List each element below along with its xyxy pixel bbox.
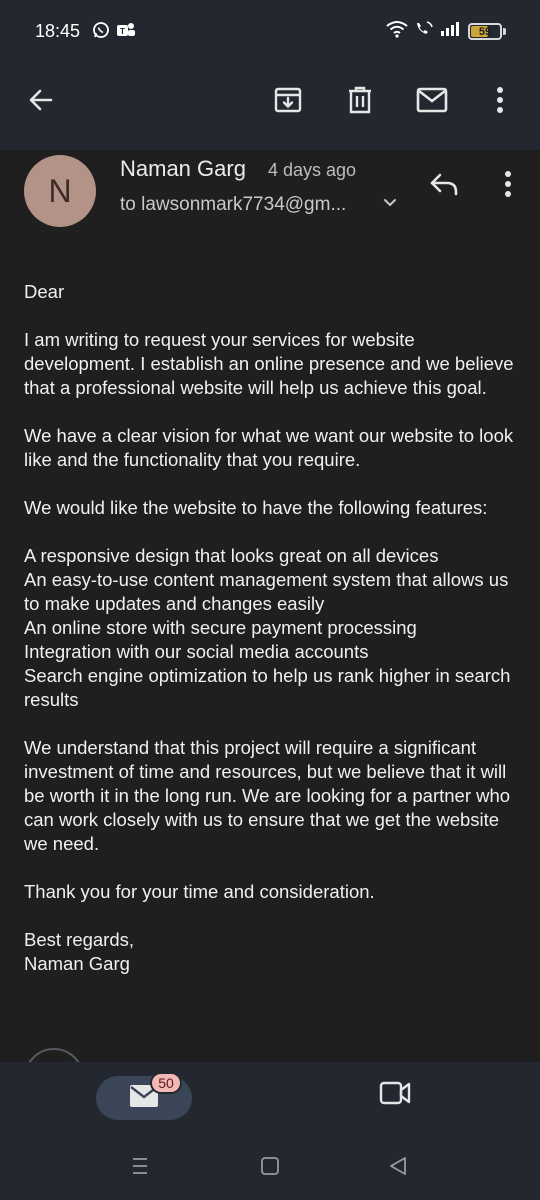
app-bar — [0, 62, 540, 150]
feature-item: Search engine optimization to help us ra… — [24, 665, 511, 710]
delete-button[interactable] — [338, 80, 382, 124]
status-bar: 18:45 T 59 — [0, 0, 540, 62]
whatsapp-icon — [92, 21, 110, 44]
reply-button[interactable] — [422, 164, 466, 208]
arrow-back-icon — [27, 86, 55, 119]
system-navigation-bar — [0, 1140, 540, 1200]
body-paragraph: We understand that this project will req… — [24, 737, 511, 854]
back-triangle-icon — [388, 1156, 408, 1181]
teams-icon: T — [116, 21, 136, 44]
mail-icon — [416, 87, 448, 118]
trash-icon — [346, 85, 374, 120]
bottom-navigation — [0, 1062, 540, 1140]
more-vert-icon — [496, 86, 504, 119]
svg-text:T: T — [120, 27, 125, 36]
recents-button[interactable] — [118, 1146, 162, 1190]
sender-name[interactable]: Naman Garg — [120, 156, 246, 182]
wifi-calling-icon — [414, 20, 434, 43]
body-paragraph: I am writing to request your services fo… — [24, 329, 514, 398]
signature: Naman Garg — [24, 953, 130, 974]
greeting: Dear — [24, 281, 65, 302]
feature-item: An easy-to-use content management system… — [24, 569, 509, 614]
home-button[interactable] — [248, 1146, 292, 1190]
body-paragraph: Thank you for your time and consideratio… — [24, 881, 375, 902]
unread-count-badge: 50 — [150, 1072, 182, 1094]
signal-icon — [440, 21, 462, 42]
wifi-icon — [386, 20, 408, 43]
home-square-icon — [260, 1156, 280, 1181]
more-options-button[interactable] — [478, 80, 522, 124]
feature-list: A responsive design that looks great on … — [24, 544, 514, 712]
sender-avatar[interactable]: N — [24, 155, 96, 227]
meet-tab[interactable] — [378, 1080, 412, 1111]
chevron-down-icon[interactable] — [380, 192, 400, 217]
body-paragraph: We would like the website to have the fo… — [24, 497, 488, 518]
status-time: 18:45 — [35, 21, 81, 41]
archive-icon — [273, 85, 303, 120]
back-button[interactable] — [19, 80, 63, 124]
feature-item: Integration with our social media accoun… — [24, 641, 369, 662]
closing: Best regards, — [24, 929, 135, 950]
battery-percentage: 59 — [478, 25, 492, 38]
reply-icon — [429, 172, 459, 201]
email-body: Dear I am writing to request your servic… — [24, 280, 514, 976]
menu-icon — [130, 1156, 150, 1181]
mark-unread-button[interactable] — [410, 80, 454, 124]
battery-icon: 59 — [468, 23, 502, 40]
message-more-button[interactable] — [486, 164, 530, 208]
sent-time: 4 days ago — [268, 160, 357, 180]
system-back-button[interactable] — [376, 1146, 420, 1190]
archive-button[interactable] — [266, 80, 310, 124]
video-camera-icon — [378, 1081, 412, 1110]
feature-item: A responsive design that looks great on … — [24, 545, 439, 566]
feature-item: An online store with secure payment proc… — [24, 617, 417, 638]
recipient-line[interactable]: to lawsonmark7734@gm... — [120, 194, 346, 216]
more-vert-icon — [504, 170, 512, 203]
body-paragraph: We have a clear vision for what we want … — [24, 425, 514, 470]
